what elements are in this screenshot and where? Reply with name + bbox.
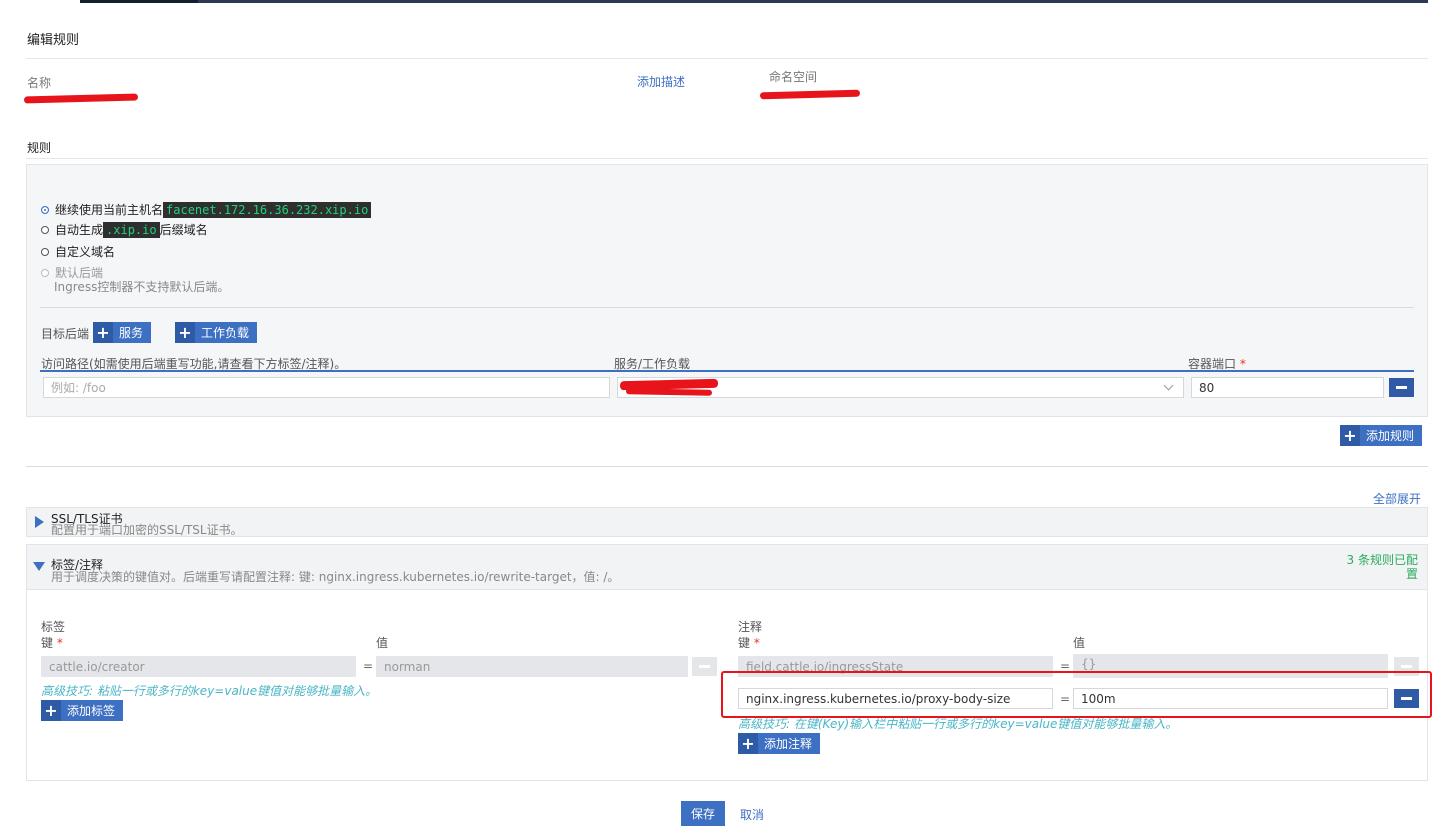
radio-label: 继续使用当前主机名 — [55, 203, 164, 217]
add-service-button[interactable]: + 服务 — [93, 322, 152, 343]
radio-selected-icon[interactable] — [41, 205, 49, 214]
label-key-input[interactable]: cattle.io/creator — [41, 656, 356, 677]
collapse-down-icon[interactable] — [33, 562, 45, 571]
radio-icon[interactable] — [41, 225, 49, 234]
page-title: 编辑规则 — [27, 33, 80, 48]
remove-label-button[interactable] — [692, 657, 717, 676]
plus-icon: + — [93, 322, 113, 343]
annotations-title: 注释 — [738, 620, 763, 634]
divider — [40, 307, 1414, 308]
add-label-button[interactable]: + 添加标签 — [41, 700, 124, 721]
annotations-hint: 高级技巧: 在键(Key)输入栏中粘贴一行或多行的key=value键值对能够批… — [738, 717, 1178, 731]
radio-label-suffix: 后缀域名 — [159, 223, 208, 237]
divider — [26, 158, 1428, 159]
label-value-header: 值 — [376, 636, 389, 650]
add-rule-button[interactable]: + 添加规则 — [1340, 425, 1423, 446]
divider — [26, 58, 1428, 59]
plus-icon: + — [738, 733, 758, 754]
label-value-input[interactable]: norman — [376, 656, 688, 677]
radio-disabled-icon — [41, 268, 49, 277]
top-bar — [80, 0, 1428, 3]
label-key-header: 键 * — [41, 636, 63, 650]
radio-label: 自动生成 — [55, 223, 104, 237]
configured-count-status: 3 条规则已配置 — [1346, 553, 1418, 581]
labels-annotations-description: 用于调度决策的键值对。后端重写请配置注释: 键: nginx.ingress.k… — [51, 570, 620, 584]
required-asterisk: * — [56, 636, 63, 650]
path-input[interactable]: 例如: /foo — [43, 377, 610, 398]
plus-icon: + — [1340, 425, 1360, 446]
add-description-link[interactable]: 添加描述 — [637, 73, 685, 90]
divider — [26, 466, 1428, 467]
highlight-box — [721, 671, 1432, 718]
container-port-input[interactable]: 80 — [1191, 377, 1384, 398]
namespace-label: 命名空间 — [769, 70, 818, 84]
labels-title: 标签 — [41, 620, 66, 634]
remove-rule-row-button[interactable] — [1389, 378, 1414, 397]
radio-icon[interactable] — [41, 247, 49, 256]
plus-icon: + — [41, 700, 61, 721]
plus-icon: + — [175, 322, 195, 343]
add-annotation-button[interactable]: + 添加注释 — [738, 733, 821, 754]
redaction-mark — [23, 93, 139, 104]
redaction-mark — [759, 89, 861, 100]
target-backend-label: 目标后端 — [41, 327, 90, 341]
labels-hint: 高级技巧: 粘贴一行或多行的key=value键值对能够批量输入。 — [41, 684, 378, 698]
required-asterisk: * — [1239, 357, 1246, 371]
cancel-link[interactable]: 取消 — [740, 806, 764, 823]
top-bar-segment — [80, 0, 198, 3]
radio-label: 自定义域名 — [55, 245, 116, 259]
xip-suffix-code: .xip.io — [103, 221, 160, 238]
save-button[interactable]: 保存 — [681, 801, 726, 826]
ssl-description: 配置用于端口加密的SSL/TSL证书。 — [51, 523, 243, 537]
expand-all-link[interactable]: 全部展开 — [1373, 490, 1421, 507]
required-asterisk: * — [753, 636, 760, 650]
radio-custom-domain[interactable]: 自定义域名 — [41, 243, 115, 260]
annotation-value-header: 值 — [1073, 636, 1086, 650]
annotation-key-header: 键 * — [738, 636, 760, 650]
rules-section-title: 规则 — [27, 141, 52, 155]
hostname-code: facenet.172.16.36.232.xip.io — [163, 201, 372, 218]
default-backend-note: Ingress控制器不支持默认后端。 — [54, 280, 230, 294]
radio-auto-generate[interactable]: 自动生成 .xip.io 后缀域名 — [41, 221, 208, 238]
chevron-down-icon — [1163, 380, 1174, 391]
equals-sign: = — [363, 659, 374, 673]
expand-right-icon[interactable] — [35, 516, 44, 528]
add-workload-button[interactable]: + 工作负载 — [175, 322, 258, 343]
radio-current-hostname[interactable]: 继续使用当前主机名 facenet.172.16.36.232.xip.io — [41, 201, 372, 218]
name-label: 名称 — [27, 76, 52, 90]
column-header-underline — [40, 370, 1414, 372]
